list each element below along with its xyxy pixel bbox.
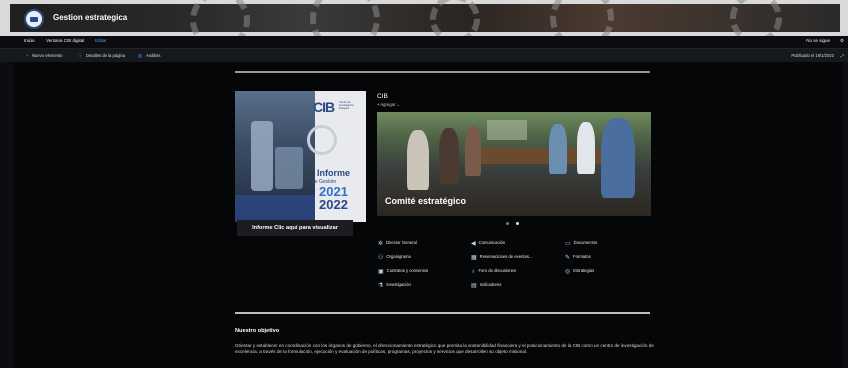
carousel-dots [506,222,522,226]
webpart-title: CIB [377,93,388,100]
objective-text: Orientar y establecer en coordinación co… [235,343,654,355]
photo-person [465,126,481,176]
gear-decoration [430,0,480,36]
hero-carousel-image[interactable]: Comité estratégico [377,112,651,216]
report-cover-image[interactable]: CIB Centro de investigación biológica In… [235,91,366,222]
published-status: Publicado el 19/1/2022 [791,53,834,58]
quicklink-indicadores[interactable]: ▤ Indicadores [471,282,501,289]
folder-icon: ▭ [565,241,571,247]
quicklink-label: Formatos [573,254,591,259]
person-network-icon: ✲ [378,241,384,247]
site-header: Gestion estrategica [0,0,848,36]
quicklink-director-general[interactable]: ✲ Director General [378,240,417,247]
photo-person [407,130,429,190]
quicklink-reservaciones[interactable]: ▦ Reservaciones de eventos... [471,254,533,261]
quicklink-label: Estrategias [573,268,595,273]
gear-decoration [190,0,250,36]
report-link-button[interactable]: Informe Clic aquí para visualizar [237,220,353,236]
cover-title: Informe [317,168,351,178]
hero-caption: Comité estratégico [385,196,467,206]
quicklink-label: Foro de discusiones [478,268,516,273]
command-bar: + Nuevo elemento ⓘ Detalles de la página… [0,48,848,62]
info-icon: ⓘ [78,53,83,58]
quicklink-label: Reservaciones de eventos... [479,254,533,259]
new-item-button[interactable]: Nuevo elemento [32,53,63,58]
divider [235,71,650,73]
settings-icon[interactable]: ⚙ [840,38,844,44]
megaphone-icon: ◀ [471,241,476,247]
quicklink-formatos[interactable]: ✎ Formatos [565,254,591,261]
chart-icon: ▤ [471,283,477,289]
edit-form-icon: ✎ [565,255,571,261]
carousel-dot-active[interactable] [516,222,519,225]
photo-person [549,124,567,174]
quicklink-foro[interactable]: ♁ Foro de discusiones [471,268,516,275]
quicklink-label: Organigrama [386,254,411,259]
gear-decoration [730,0,782,36]
quicklink-documentos[interactable]: ▭ Documentos [565,240,597,247]
cover-year-2: 2022 [319,197,348,212]
quicklink-label: Director General [386,240,417,245]
photo-person [439,128,459,184]
cover-overlay [235,195,315,222]
quicklink-label: Contratos y convenios [386,268,429,273]
analytics-button[interactable]: Análisis [146,53,160,58]
cover-logo: CIB [313,99,335,115]
org-chart-icon: ⚇ [378,255,384,261]
add-button[interactable]: + Agregar ⌄ [377,102,400,107]
photo-person [601,118,635,198]
expand-icon[interactable]: ⤢ [841,53,844,58]
add-label: Agregar [380,102,396,107]
quicklink-label: Investigación [386,282,411,287]
header-banner [10,0,840,36]
quicklink-label: Documentos [573,240,598,245]
flask-icon: ⚗ [378,283,384,289]
analytics-icon: ▥ [138,53,142,58]
cover-circle-decoration [307,125,337,155]
objective-heading: Nuestro objetivo [235,328,280,334]
follow-button[interactable]: No se sigue [806,38,830,43]
carousel-dot[interactable] [506,222,509,225]
photo-person [577,122,595,174]
quicklink-label: Comunicación [478,240,506,245]
plus-icon: + [26,53,29,58]
quicklink-contratos[interactable]: ▣ Contratos y convenios [378,268,428,275]
top-navigation: Inicio Ventana CIB digital Editar No se … [0,36,848,48]
calendar-icon: ▦ [471,255,477,261]
nav-item-inicio[interactable]: Inicio [24,38,35,43]
divider [235,312,650,314]
cover-photo [235,91,315,222]
gear-decoration [550,0,614,36]
quicklink-organigrama[interactable]: ⚇ Organigrama [378,254,411,261]
site-logo[interactable] [24,9,44,29]
cover-logo-caption: Centro de investigación biológica [339,101,354,110]
microscope-shape [275,147,303,189]
gear-decoration [310,0,380,36]
quicklink-comunicacion[interactable]: ◀ Comunicación [471,240,505,247]
page-details-button[interactable]: Detalles de la página [86,53,125,58]
contract-icon: ▣ [378,269,384,275]
quicklink-label: Indicadores [479,282,502,287]
nav-edit-link[interactable]: Editar [95,38,107,43]
nav-item-ventana-cib[interactable]: Ventana CIB digital [46,38,84,43]
site-title[interactable]: Gestion estrategica [53,13,127,22]
quicklink-estrategias[interactable]: ◎ Estrategias [565,268,594,275]
target-icon: ◎ [565,269,571,275]
quicklink-investigacion[interactable]: ⚗ Investigación [378,282,411,289]
microscope-shape [251,121,273,191]
photo-window [487,120,527,140]
lightbulb-icon: ♁ [471,269,476,275]
